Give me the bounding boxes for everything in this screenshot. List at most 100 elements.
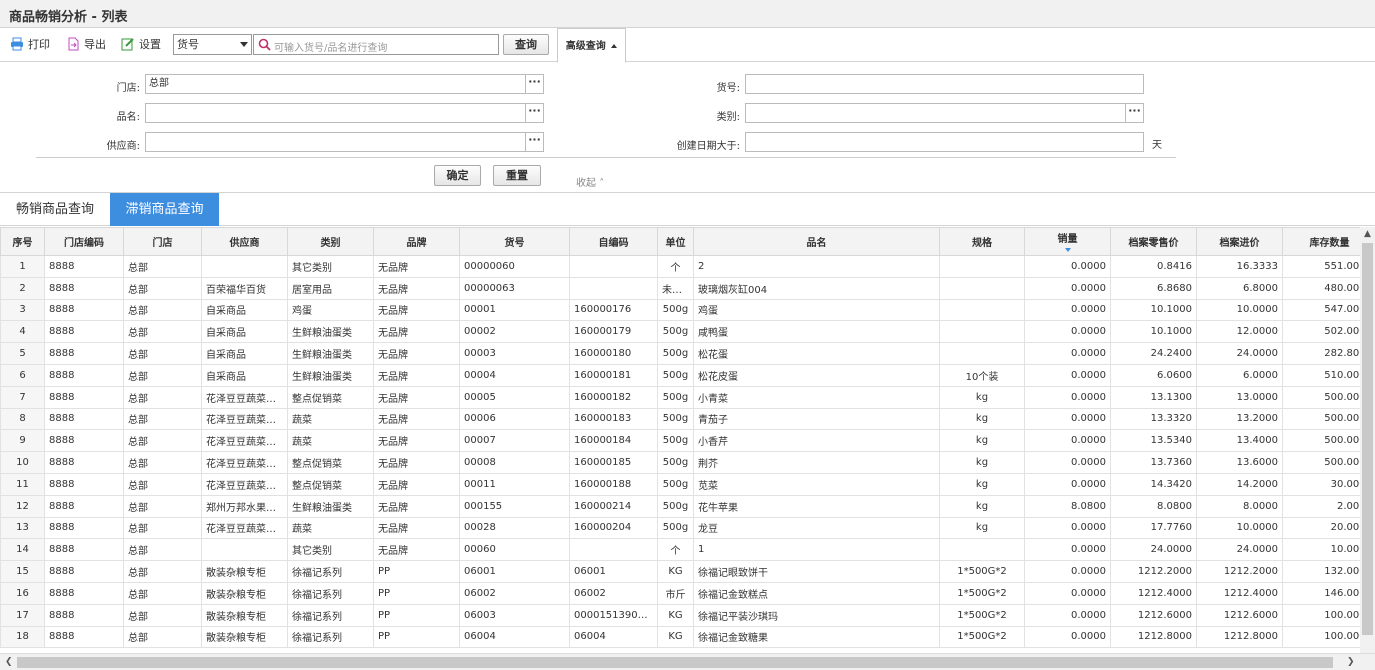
tab-best-selling[interactable]: 畅销商品查询 [0,193,110,226]
confirm-button[interactable]: 确定 [434,165,481,186]
table-row[interactable]: 10 8888 总部 花泽豆豆蔬菜批发 整点促销菜 无品牌 00008 160000185 50… [0,451,1360,474]
table-cell: 生鲜粮油蛋类 [287,342,374,365]
table-cell: 10.1000 [1110,320,1197,344]
table-cell: 11 [0,472,45,496]
table-row[interactable]: 15 8888 总部 散装杂粮专柜 徐福记系列 PP 06001 06001 KG 徐福记眼致饼干… [0,560,1360,583]
advanced-query-toggle[interactable]: 高级查询 [557,28,626,63]
column-header[interactable]: 库存数量 [1282,227,1360,256]
table-row[interactable]: 7 8888 总部 花泽豆豆蔬菜批发 整点促销菜 无品牌 00005 160000182 500… [0,385,1360,409]
table-cell: 13.5340 [1110,429,1197,453]
column-header[interactable]: 规格 [939,227,1025,256]
search-input[interactable]: 可输入货号/品名进行查询 [253,34,499,55]
reset-button[interactable]: 重置 [493,165,541,186]
tab-slow-selling[interactable]: 滞销商品查询 [110,193,219,226]
column-header[interactable]: 门店编码 [44,227,124,256]
table-row[interactable]: 14 8888 总部 其它类别 无品牌 00060 个 1 0.0000 24.0000 24.00… [0,538,1360,562]
search-icon [258,38,271,51]
settings-label: 设置 [139,38,161,51]
vertical-scrollbar[interactable]: ▲ [1360,227,1375,653]
scroll-up-icon[interactable]: ▲ [1364,229,1371,239]
table-cell: 总部 [123,581,202,605]
supplier-input[interactable] [145,132,526,152]
horizontal-scroll-thumb[interactable] [17,657,1333,668]
table-cell: 00006 [459,407,570,431]
table-cell: 1212.2000 [1196,560,1283,583]
column-header[interactable]: 货号 [459,227,570,256]
table-cell: 8888 [44,625,124,649]
table-cell: 160000182 [569,385,658,409]
table-cell: 徐福记系列 [287,560,374,583]
column-header[interactable]: 门店 [123,227,202,256]
table-row[interactable]: 4 8888 总部 自采商品 生鲜粮油蛋类 无品牌 00002 160000179 500g 咸鸭… [0,320,1360,344]
code-input[interactable] [745,74,1144,94]
table-cell: 8888 [44,494,124,518]
table-row[interactable]: 6 8888 总部 自采商品 生鲜粮油蛋类 无品牌 00004 160000181 500g 松花… [0,363,1360,387]
scroll-right-icon[interactable]: ❯ [1347,657,1355,667]
store-picker-button[interactable]: ··· [525,74,544,94]
collapse-button[interactable]: 收起 ˄ [576,174,604,189]
table-cell: 500g [657,429,694,453]
table-cell: 无品牌 [373,276,460,300]
table-cell: 徐福记金致糖果 [693,625,940,649]
vertical-scroll-thumb[interactable] [1362,243,1373,635]
column-header[interactable]: 类别 [287,227,374,256]
table-cell: 玻璃烟灰缸004 [693,276,940,300]
category-input[interactable] [745,103,1126,123]
table-cell: 总部 [123,516,202,540]
table-cell: 06004 [459,625,570,649]
query-button[interactable]: 查询 [503,34,549,55]
column-header[interactable]: 供应商 [201,227,288,256]
table-row[interactable]: 3 8888 总部 自采商品 鸡蛋 无品牌 00001 160000176 500g 鸡蛋 0.00… [0,298,1360,322]
name-picker-button[interactable]: ··· [525,103,544,123]
table-cell [939,298,1025,322]
table-row[interactable]: 11 8888 总部 花泽豆豆蔬菜批发 整点促销菜 无品牌 00011 160000188 50… [0,472,1360,496]
table-cell: 20.0000 [1282,516,1360,540]
table-row[interactable]: 8 8888 总部 花泽豆豆蔬菜批发 蔬菜 无品牌 00006 160000183 500g 青茄… [0,407,1360,431]
column-header[interactable]: 品牌 [373,227,460,256]
column-header[interactable]: 档案零售价 [1110,227,1197,256]
table-cell: 15 [0,560,45,583]
created-days-input[interactable] [745,132,1144,152]
table-row[interactable]: 17 8888 总部 散装杂粮专柜 徐福记系列 PP 06003 000015139052..… [0,603,1360,627]
column-header[interactable]: 品名 [693,227,940,256]
export-button[interactable]: 导出 [66,35,106,53]
table-cell: 13.1300 [1110,385,1197,409]
settings-button[interactable]: 设置 [121,35,161,53]
table-cell: 个 [657,255,694,278]
table-cell: 14.3420 [1110,472,1197,496]
table-cell: 10个装 [939,363,1025,387]
table-cell: 咸鸭蛋 [693,320,940,344]
search-field-select[interactable]: 货号 [173,34,252,55]
table-cell: 总部 [123,451,202,474]
table-row[interactable]: 16 8888 总部 散装杂粮专柜 徐福记系列 PP 06002 06002 市斤 徐福记金致糕点… [0,581,1360,605]
table-cell: 500g [657,342,694,365]
table-row[interactable]: 12 8888 总部 郑州万邦水果蔬菜... 生鲜粮油蛋类 无品牌 000155 160000… [0,494,1360,518]
table-row[interactable]: 1 8888 总部 其它类别 无品牌 00000060 个 2 0.0000 0.8416 16.3… [0,255,1360,278]
table-row[interactable]: 9 8888 总部 花泽豆豆蔬菜批发 蔬菜 无品牌 00007 160000184 500g 小香… [0,429,1360,453]
table-cell: 百荣福华百货 [201,276,288,300]
name-label: 品名: [116,112,140,123]
column-header[interactable]: 单位 [657,227,694,256]
store-input[interactable]: 总部 [145,74,526,94]
chevron-up-icon: ˄ [599,178,605,189]
table-row[interactable]: 13 8888 总部 花泽豆豆蔬菜批发 蔬菜 无品牌 00028 160000204 500g 龙… [0,516,1360,540]
print-button[interactable]: 打印 [10,35,50,53]
table-cell: 500g [657,363,694,387]
horizontal-scrollbar[interactable]: ❮ ❯ [0,653,1375,670]
table-row[interactable]: 5 8888 总部 自采商品 生鲜粮油蛋类 无品牌 00003 160000180 500g 松花… [0,342,1360,365]
supplier-picker-button[interactable]: ··· [525,132,544,152]
table-row[interactable]: 18 8888 总部 散装杂粮专柜 徐福记系列 PP 06004 06004 KG 徐福记金致糖果… [0,625,1360,649]
name-input[interactable] [145,103,526,123]
column-header[interactable]: 序号 [0,227,45,256]
table-header-row: 序号 门店编码 门店 供应商 类别 品牌 货号 自编码 单位 品名 规格 销量 档案零售价 档案进价 库存数… [0,227,1360,256]
category-picker-button[interactable]: ··· [1125,103,1144,123]
column-header[interactable]: 自编码 [569,227,658,256]
created-date-label: 创建日期大于: [676,141,740,152]
table-cell: 160000185 [569,451,658,474]
column-header[interactable]: 销量 [1024,227,1111,256]
scroll-left-icon[interactable]: ❮ [5,657,13,667]
column-header[interactable]: 档案进价 [1196,227,1283,256]
table-row[interactable]: 2 8888 总部 百荣福华百货 居室用品 无品牌 00000063 未指定 玻璃烟灰缸004 0… [0,276,1360,300]
table-cell: 1 [693,538,940,562]
table-cell: kg [939,494,1025,518]
